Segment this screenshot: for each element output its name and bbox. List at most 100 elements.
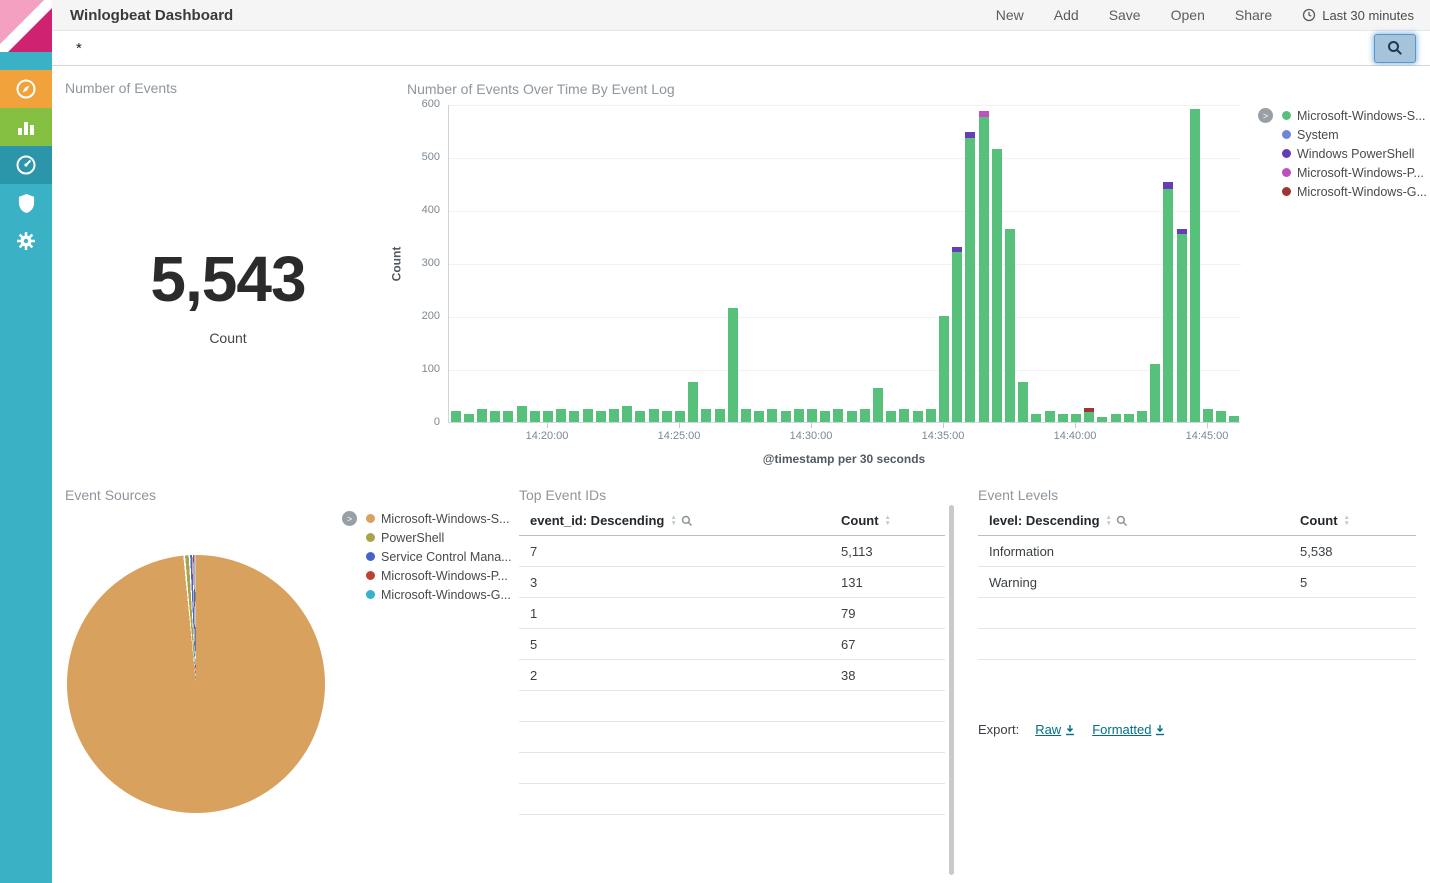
bar-segment[interactable] (1084, 408, 1094, 412)
bar-segment[interactable] (1177, 234, 1187, 422)
bar-segment[interactable] (635, 411, 645, 422)
bar-segment[interactable] (1018, 382, 1028, 422)
bar-segment[interactable] (926, 409, 936, 422)
bar-segment[interactable] (873, 388, 883, 422)
bar-segment[interactable] (1163, 189, 1173, 422)
bar-segment[interactable] (1071, 414, 1081, 422)
bar-segment[interactable] (965, 132, 975, 138)
bar-segment[interactable] (820, 411, 830, 422)
bar-segment[interactable] (807, 409, 817, 422)
bar-segment[interactable] (1111, 414, 1121, 422)
legend-item[interactable]: Microsoft-Windows-G... (1282, 182, 1427, 201)
cell-event-id[interactable]: 1 (519, 606, 841, 621)
bar-segment[interactable] (860, 409, 870, 422)
nav-add[interactable]: Add (1054, 7, 1079, 23)
legend-item[interactable]: Service Control Mana... (366, 547, 512, 566)
legend-item[interactable]: Microsoft-Windows-P... (366, 566, 512, 585)
bar-segment[interactable] (1229, 416, 1239, 422)
sidebar-item-management[interactable] (0, 222, 52, 260)
bar-segment[interactable] (1084, 412, 1094, 422)
bar-segment[interactable] (1190, 109, 1200, 422)
cell-level[interactable]: Warning (978, 575, 1300, 590)
bar-segment[interactable] (451, 411, 461, 422)
bar-segment[interactable] (596, 411, 606, 422)
table-row[interactable]: 2 38 (519, 660, 945, 691)
legend-item[interactable]: PowerShell (366, 528, 512, 547)
chevron-right-icon[interactable]: > (342, 511, 357, 526)
bar-segment[interactable] (662, 411, 672, 422)
bar-segment[interactable] (1058, 414, 1068, 422)
bar-segment[interactable] (979, 117, 989, 422)
column-header-count[interactable]: Count ▲▼ (1300, 513, 1416, 528)
bar-segment[interactable] (754, 411, 764, 422)
kibana-logo[interactable] (0, 0, 52, 52)
column-search-icon[interactable] (1116, 515, 1128, 527)
column-header-event-id[interactable]: event_id: Descending ▲▼ (519, 513, 841, 528)
bar-segment[interactable] (464, 414, 474, 422)
bar-segment[interactable] (543, 411, 553, 422)
bar-segment[interactable] (1097, 417, 1107, 422)
table-row[interactable]: 5 67 (519, 629, 945, 660)
bar-segment[interactable] (767, 409, 777, 422)
bar-segment[interactable] (833, 409, 843, 422)
legend-item[interactable]: Microsoft-Windows-P... (1282, 163, 1427, 182)
bar-segment[interactable] (1005, 229, 1015, 422)
bar-segment[interactable] (1150, 364, 1160, 422)
bar-segment[interactable] (952, 247, 962, 252)
chevron-right-icon[interactable]: > (1258, 108, 1273, 123)
bar-segment[interactable] (1216, 411, 1226, 422)
bar-segment[interactable] (649, 409, 659, 422)
bar-segment[interactable] (794, 409, 804, 422)
bar-segment[interactable] (741, 409, 751, 422)
sort-icon[interactable]: ▲▼ (670, 515, 676, 527)
table-row[interactable]: Warning 5 (978, 567, 1416, 598)
bar-segment[interactable] (899, 409, 909, 422)
bar-segment[interactable] (781, 411, 791, 422)
bar-segment[interactable] (1045, 411, 1055, 422)
legend-item[interactable]: System (1282, 125, 1427, 144)
bar-segment[interactable] (675, 411, 685, 422)
bar-segment[interactable] (583, 409, 593, 422)
sidebar-item-dashboard[interactable] (0, 146, 52, 184)
column-search-icon[interactable] (681, 515, 693, 527)
bar-segment[interactable] (688, 382, 698, 422)
column-header-count[interactable]: Count ▲▼ (841, 513, 945, 528)
bar-segment[interactable] (952, 252, 962, 422)
cell-level[interactable]: Information (978, 544, 1300, 559)
bar-segment[interactable] (913, 411, 923, 422)
bar-segment[interactable] (1203, 409, 1213, 422)
cell-event-id[interactable]: 7 (519, 544, 841, 559)
cell-event-id[interactable]: 2 (519, 668, 841, 683)
sidebar-item-discover[interactable] (0, 70, 52, 108)
legend-item[interactable]: Windows PowerShell (1282, 144, 1427, 163)
table-row[interactable]: 3 131 (519, 567, 945, 598)
bar-segment[interactable] (477, 409, 487, 422)
cell-event-id[interactable]: 5 (519, 637, 841, 652)
table-row[interactable]: Information 5,538 (978, 536, 1416, 567)
bar-segment[interactable] (517, 406, 527, 422)
search-button[interactable] (1374, 34, 1416, 63)
bar-segment[interactable] (1163, 182, 1173, 188)
nav-new[interactable]: New (996, 7, 1024, 23)
bar-segment[interactable] (569, 411, 579, 422)
bar-segment[interactable] (847, 411, 857, 422)
bar-segment[interactable] (965, 138, 975, 422)
export-formatted-link[interactable]: Formatted (1092, 722, 1166, 737)
nav-open[interactable]: Open (1171, 7, 1205, 23)
pie-chart[interactable] (67, 555, 325, 813)
legend-item[interactable]: Microsoft-Windows-G... (366, 585, 512, 604)
bar-segment[interactable] (530, 411, 540, 422)
sidebar-item-timelion[interactable] (0, 184, 52, 222)
time-picker[interactable]: Last 30 minutes (1302, 8, 1414, 23)
table-row[interactable]: 7 5,113 (519, 536, 945, 567)
search-input[interactable] (66, 35, 1364, 61)
bar-segment[interactable] (728, 308, 738, 422)
legend-item[interactable]: Microsoft-Windows-S... (366, 509, 512, 528)
legend-item[interactable]: Microsoft-Windows-S... (1282, 106, 1427, 125)
bar-segment[interactable] (1137, 411, 1147, 422)
bar-segment[interactable] (886, 411, 896, 422)
bar-segment[interactable] (1177, 229, 1187, 234)
bar-segment[interactable] (992, 149, 1002, 422)
bar-segment[interactable] (490, 411, 500, 422)
table-row[interactable]: 1 79 (519, 598, 945, 629)
